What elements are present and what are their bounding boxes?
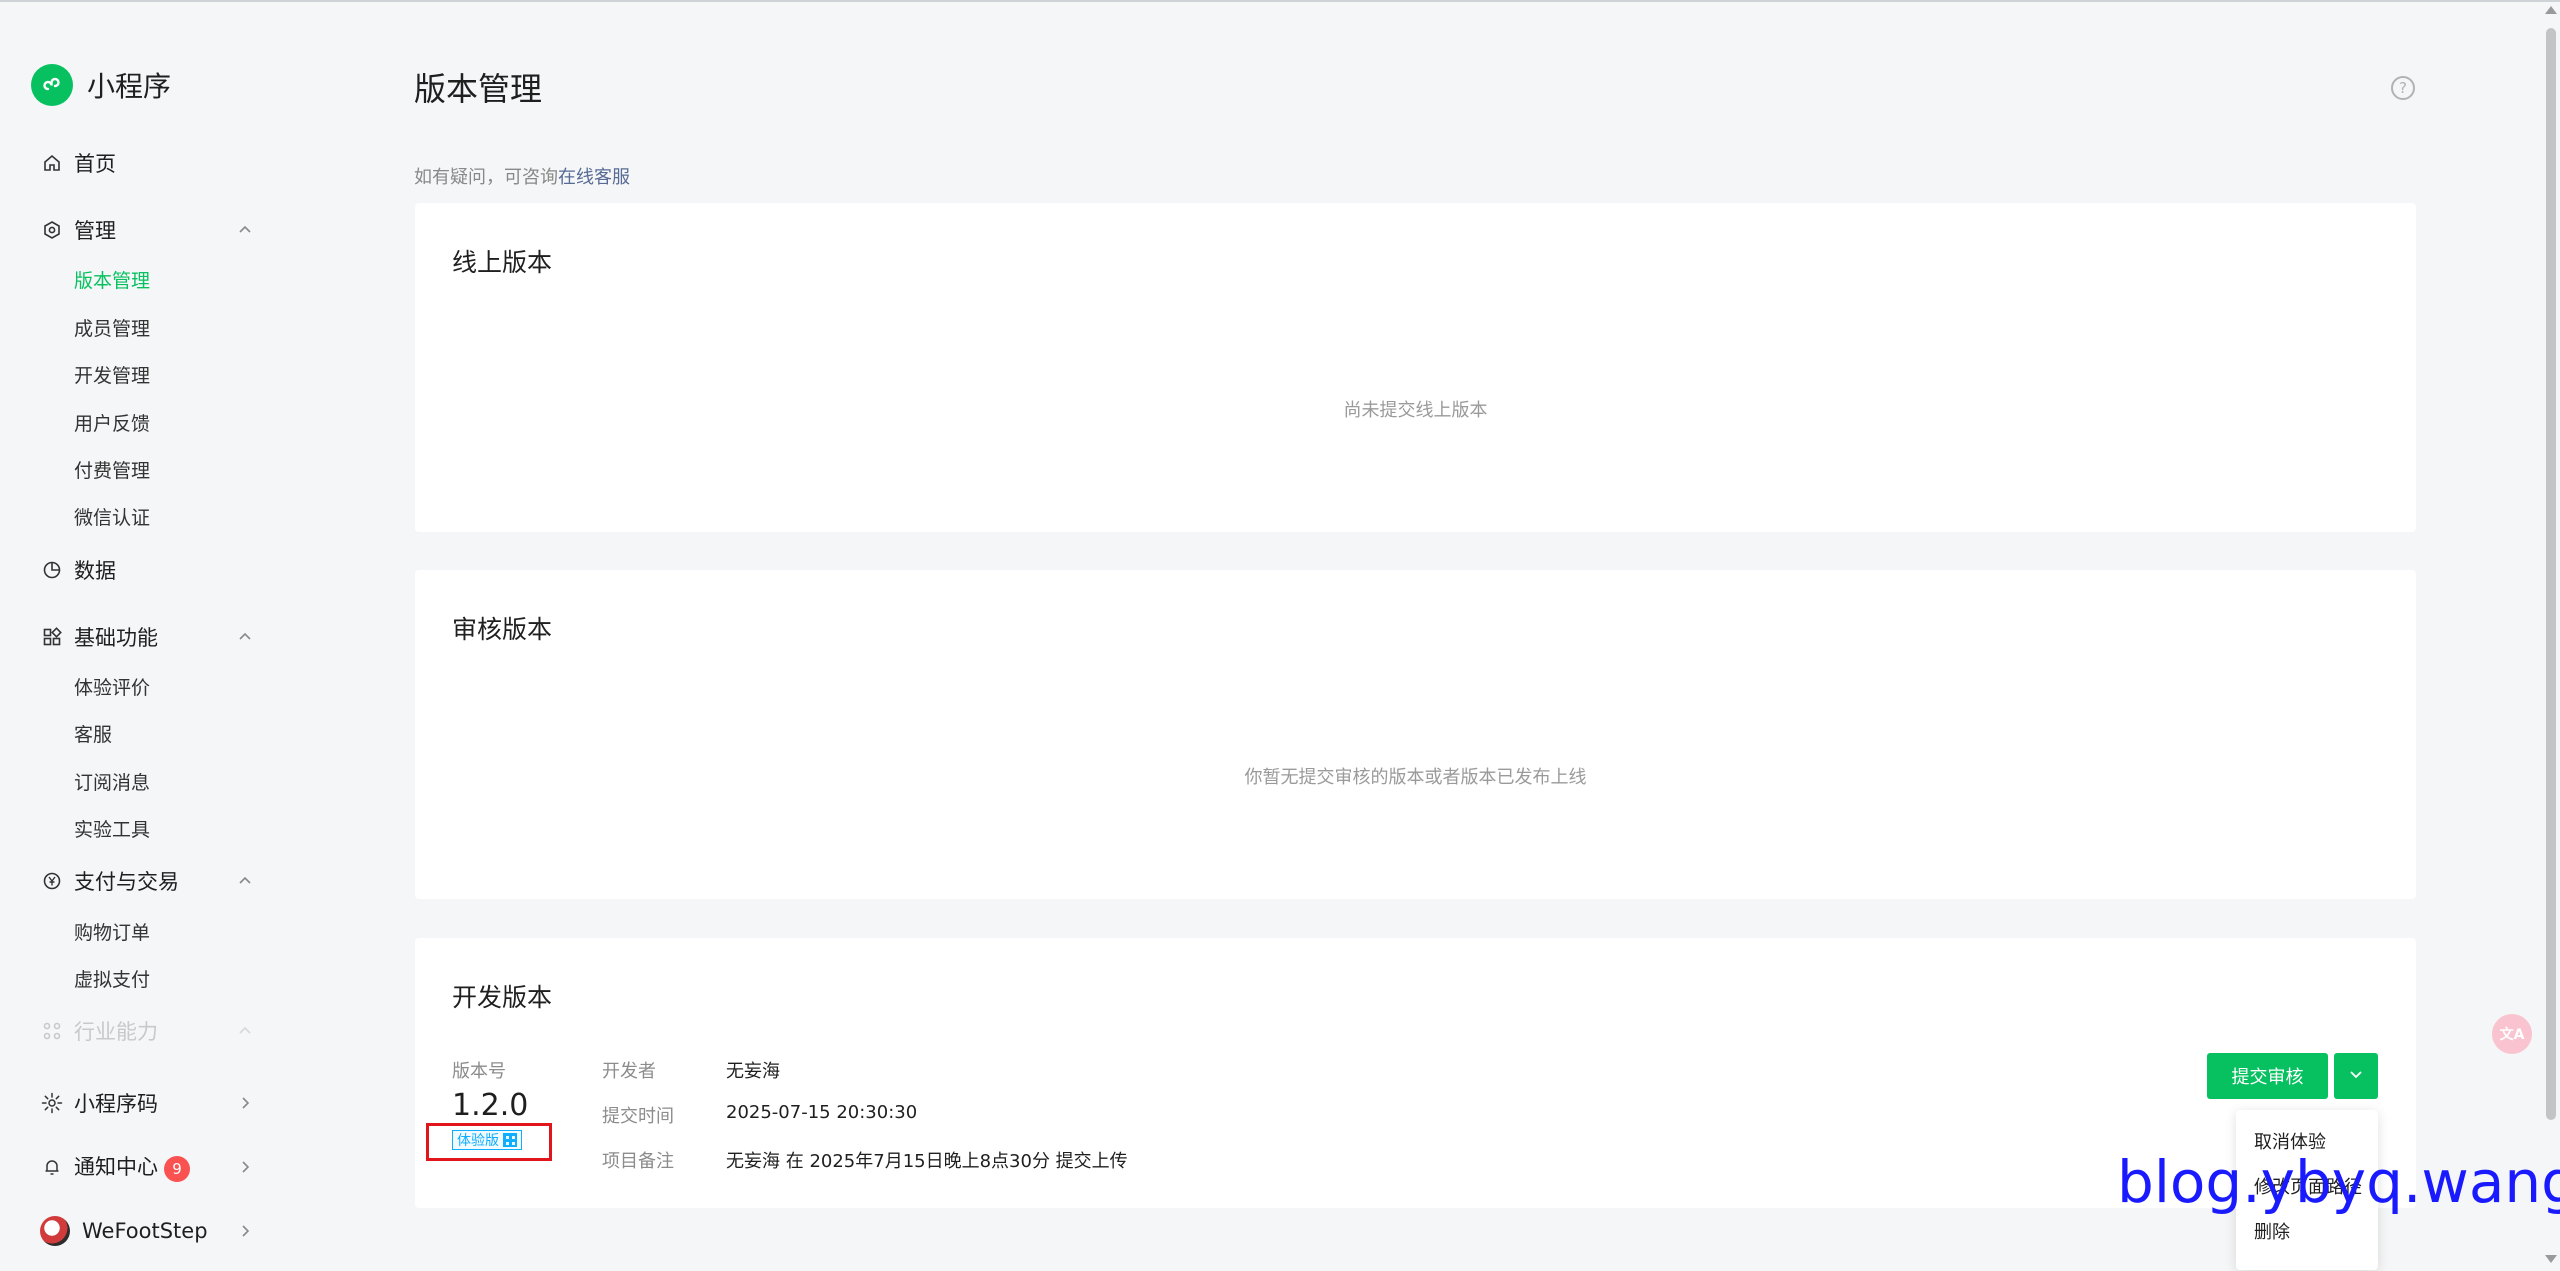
settings-hexagon-icon — [40, 218, 64, 242]
sidebar-group-label: 支付与交易 — [74, 870, 179, 894]
sidebar: 小程序 首页 管理 版本管理 成员管理 开发管理 用户反馈 付费管理 微信认证 … — [0, 0, 290, 1271]
sidebar-item-user-feedback[interactable]: 用户反馈 — [74, 409, 150, 436]
sidebar-item-label: 通知中心 9 — [74, 1151, 235, 1182]
version-number-label: 版本号 — [452, 1061, 506, 1082]
sidebar-item-label: 小程序码 — [74, 1092, 158, 1116]
sun-code-icon — [40, 1091, 64, 1115]
submit-time-value: 2025-07-15 20:30:30 — [726, 1102, 918, 1123]
sidebar-group-label: 管理 — [74, 219, 116, 243]
app-name: 小程序 — [87, 70, 172, 103]
scrollbar-up-arrow[interactable] — [2545, 6, 2557, 14]
project-note-value: 无妄海 在 2025年7月15日晚上8点30分 提交上传 — [726, 1151, 1128, 1172]
developer-value: 无妄海 — [726, 1061, 780, 1082]
sidebar-item-version-manage[interactable]: 版本管理 — [74, 266, 150, 293]
sidebar-item-notifications[interactable]: 通知中心 9 — [40, 1151, 255, 1182]
page-title: 版本管理 — [414, 70, 543, 108]
sidebar-item-data[interactable]: 数据 — [40, 555, 255, 585]
avatar — [40, 1216, 70, 1246]
window-top-border — [0, 0, 2560, 2]
sidebar-item-home[interactable]: 首页 — [40, 148, 255, 178]
industry-icon — [40, 1019, 64, 1043]
sidebar-item-virtual-payment[interactable]: 虚拟支付 — [74, 965, 150, 992]
sidebar-item-label: 首页 — [74, 152, 116, 176]
submit-review-button[interactable]: 提交审核 — [2207, 1053, 2328, 1099]
sidebar-item-qrcode[interactable]: 小程序码 — [40, 1088, 255, 1118]
menu-item-delete[interactable]: 删除 — [2254, 1218, 2290, 1244]
help-hint: 如有疑问，可咨询在线客服 — [414, 167, 630, 188]
sidebar-item-shopping-orders[interactable]: 购物订单 — [74, 918, 150, 945]
chevron-up-icon — [235, 871, 255, 891]
help-icon[interactable]: ? — [2391, 76, 2415, 100]
sidebar-item-wechat-verify[interactable]: 微信认证 — [74, 503, 150, 530]
chevron-right-icon — [235, 1221, 255, 1241]
sidebar-item-subscribe-message[interactable]: 订阅消息 — [74, 768, 150, 795]
app-logo[interactable]: 小程序 — [31, 64, 171, 106]
chevron-down-icon — [2348, 1066, 2364, 1086]
notification-count-badge: 9 — [164, 1156, 190, 1182]
chevron-up-icon — [235, 627, 255, 647]
account-name: WeFootStep — [82, 1219, 208, 1243]
version-number: 1.2.0 — [452, 1088, 529, 1123]
sidebar-item-dev-manage[interactable]: 开发管理 — [74, 361, 150, 388]
empty-state-text: 尚未提交线上版本 — [1343, 400, 1488, 421]
sidebar-item-customer-service[interactable]: 客服 — [74, 720, 112, 747]
online-service-link[interactable]: 在线客服 — [558, 167, 630, 188]
yuan-circle-icon — [40, 869, 64, 893]
submit-time-label: 提交时间 — [602, 1106, 674, 1127]
sidebar-group-label: 基础功能 — [74, 626, 158, 650]
sidebar-account[interactable]: WeFootStep — [40, 1216, 255, 1246]
project-note-label: 项目备注 — [602, 1151, 674, 1172]
sidebar-item-experiment-tools[interactable]: 实验工具 — [74, 815, 150, 842]
miniprogram-logo-icon — [31, 64, 73, 106]
dev-version-card: 开发版本 版本号 1.2.0 体验版 开发者 无妄海 提交时间 2025-07-… — [415, 938, 2416, 1208]
chevron-up-icon — [235, 220, 255, 240]
chevron-right-icon — [235, 1157, 255, 1177]
sidebar-item-member-manage[interactable]: 成员管理 — [74, 314, 150, 341]
chevron-up-icon — [235, 1021, 255, 1041]
sidebar-item-label: 数据 — [74, 559, 116, 583]
sidebar-item-experience-review[interactable]: 体验评价 — [74, 673, 150, 700]
home-icon — [40, 151, 64, 175]
card-title: 审核版本 — [452, 615, 553, 644]
chevron-right-icon — [235, 1093, 255, 1113]
sidebar-group-pay[interactable]: 支付与交易 — [40, 866, 255, 896]
pie-chart-icon — [40, 558, 64, 582]
review-version-card: 审核版本 你暂无提交审核的版本或者版本已发布上线 — [415, 570, 2416, 899]
empty-state-text: 你暂无提交审核的版本或者版本已发布上线 — [1244, 767, 1587, 788]
card-title: 线上版本 — [452, 248, 553, 277]
blog-watermark: blog.ybyq.wang — [2117, 1148, 2560, 1216]
scrollbar-thumb[interactable] — [2546, 28, 2556, 1120]
sidebar-item-payment-manage[interactable]: 付费管理 — [74, 456, 150, 483]
scrollbar-down-arrow[interactable] — [2545, 1255, 2557, 1263]
annotation-highlight-box — [426, 1123, 552, 1161]
sidebar-group-label: 行业能力 — [74, 1020, 158, 1044]
bell-icon — [40, 1155, 64, 1179]
card-title: 开发版本 — [452, 983, 553, 1012]
sidebar-group-manage[interactable]: 管理 — [40, 215, 255, 245]
sidebar-group-industry[interactable]: 行业能力 — [40, 1016, 255, 1046]
more-actions-button[interactable] — [2334, 1053, 2378, 1099]
developer-label: 开发者 — [602, 1061, 656, 1082]
online-version-card: 线上版本 尚未提交线上版本 — [415, 203, 2416, 532]
sidebar-group-basic[interactable]: 基础功能 — [40, 622, 255, 652]
grid-icon — [40, 625, 64, 649]
translate-icon[interactable]: 文A — [2492, 1014, 2532, 1054]
